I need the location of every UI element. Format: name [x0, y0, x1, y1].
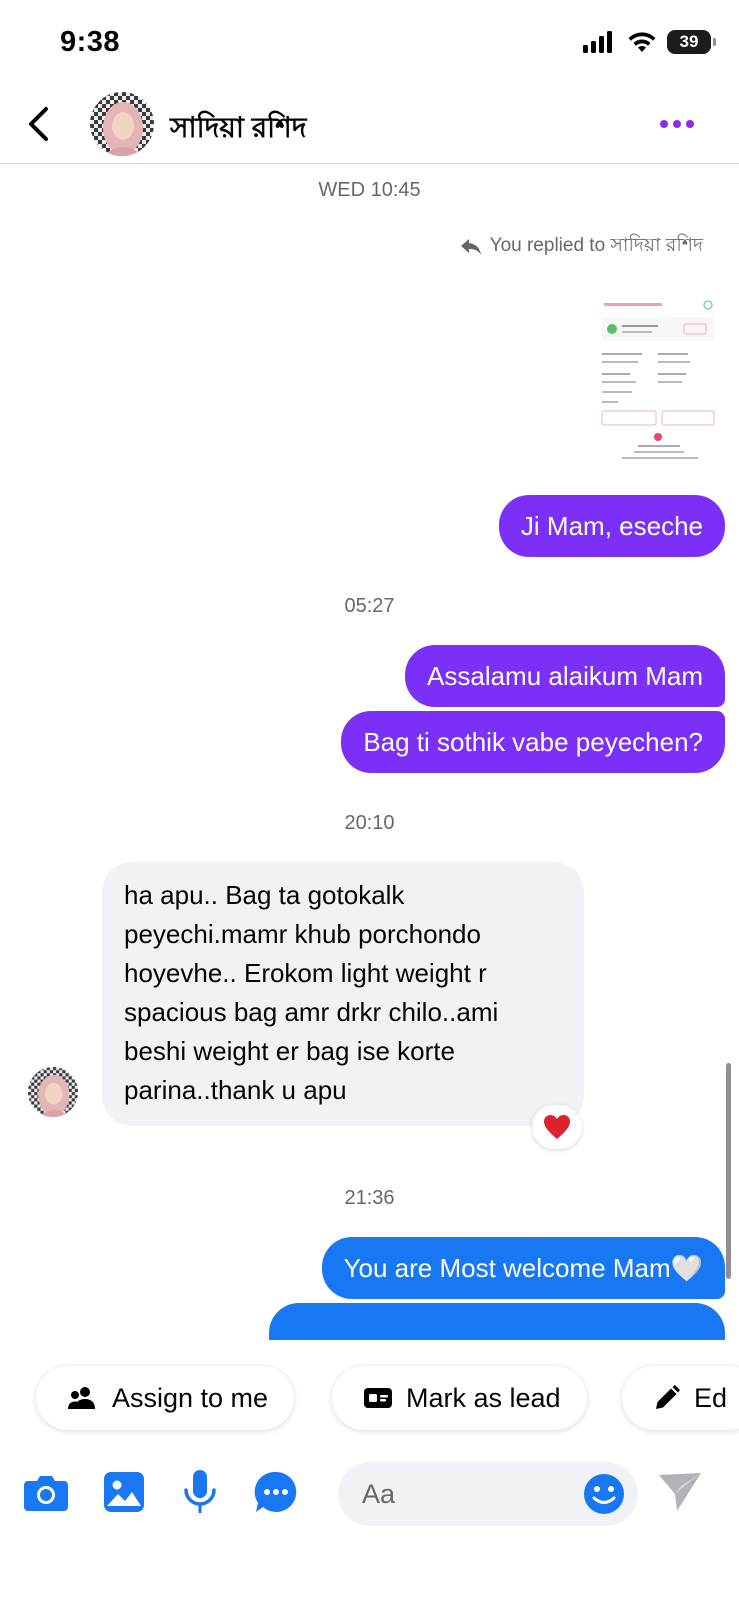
reply-note: You replied to সাদিয়া রশিদ	[460, 231, 703, 263]
edit-button[interactable]: Ed	[622, 1366, 739, 1430]
more-options-button[interactable]	[655, 110, 699, 138]
outgoing-message[interactable]: You are Most welcome Mam🤍	[321, 1237, 725, 1299]
outgoing-message[interactable]: Bag ti sothik vabe peyechen?	[341, 711, 725, 773]
scrollbar[interactable]	[726, 1063, 731, 1279]
timestamp: 20:10	[344, 812, 395, 834]
outgoing-message[interactable]: Assalamu alaikum Mam	[405, 645, 725, 707]
gallery-icon	[104, 1472, 144, 1512]
send-button[interactable]	[656, 1468, 704, 1516]
edit-label: Ed	[694, 1382, 728, 1413]
chat-bubble-dots-icon	[254, 1471, 297, 1512]
message-input-container[interactable]	[338, 1462, 638, 1526]
assign-to-me-label: Assign to me	[112, 1382, 269, 1413]
message-list[interactable]: WED 10:45 You replied to সাদিয়া রশিদ Ji…	[0, 165, 739, 1340]
shared-screenshot-image[interactable]	[598, 293, 724, 473]
battery-icon: 39	[667, 30, 716, 54]
chevron-left-icon	[29, 107, 48, 141]
message-input[interactable]	[362, 1472, 572, 1516]
gallery-button[interactable]	[100, 1468, 148, 1516]
timestamp: 05:27	[344, 595, 395, 617]
camera-button[interactable]	[22, 1468, 70, 1516]
id-card-icon	[364, 1388, 392, 1408]
avatar-image-icon	[28, 1067, 78, 1117]
more-dots-icon	[660, 120, 694, 128]
smiley-icon	[584, 1474, 624, 1514]
reply-note-text: You replied to সাদিয়া রশিদ	[489, 235, 703, 256]
contact-avatar[interactable]	[90, 92, 154, 156]
voice-button[interactable]	[176, 1468, 224, 1516]
status-icons: 39	[583, 30, 716, 54]
status-bar: 9:38 39	[0, 0, 739, 88]
avatar-image-icon	[90, 92, 154, 156]
assign-to-me-button[interactable]: Assign to me	[36, 1366, 295, 1430]
status-time: 9:38	[60, 26, 121, 58]
mark-as-lead-label: Mark as lead	[406, 1382, 561, 1413]
quick-actions-bar[interactable]: Assign to me Mark as lead Ed	[0, 1340, 739, 1440]
timestamp: 21:36	[344, 1187, 395, 1209]
battery-level: 39	[679, 32, 699, 51]
back-button[interactable]	[18, 102, 58, 146]
reply-icon	[460, 239, 481, 255]
outgoing-message-partial[interactable]	[269, 1303, 725, 1340]
screenshot-thumbnail-icon	[598, 293, 724, 473]
red-heart-icon	[544, 1115, 570, 1139]
camera-icon	[24, 1476, 68, 1511]
message-reaction[interactable]	[532, 1105, 582, 1149]
microphone-icon	[184, 1470, 216, 1513]
signal-icon	[583, 31, 612, 53]
conversation-header: সাদিয়া রশিদ	[0, 88, 739, 164]
contact-name[interactable]: সাদিয়া রশিদ	[170, 106, 306, 153]
pencil-icon	[656, 1385, 680, 1409]
wifi-icon	[628, 32, 656, 52]
sender-avatar[interactable]	[28, 1067, 78, 1117]
incoming-message[interactable]: ha apu.. Bag ta gotokalk peyechi.mamr kh…	[102, 862, 584, 1126]
people-icon	[68, 1387, 95, 1409]
timestamp: WED 10:45	[318, 179, 421, 201]
send-icon	[659, 1473, 701, 1511]
emoji-button[interactable]	[582, 1472, 626, 1516]
message-composer	[0, 1450, 739, 1542]
mark-as-lead-button[interactable]: Mark as lead	[332, 1366, 587, 1430]
more-actions-button[interactable]	[252, 1468, 300, 1516]
outgoing-message[interactable]: Ji Mam, eseche	[498, 495, 725, 557]
